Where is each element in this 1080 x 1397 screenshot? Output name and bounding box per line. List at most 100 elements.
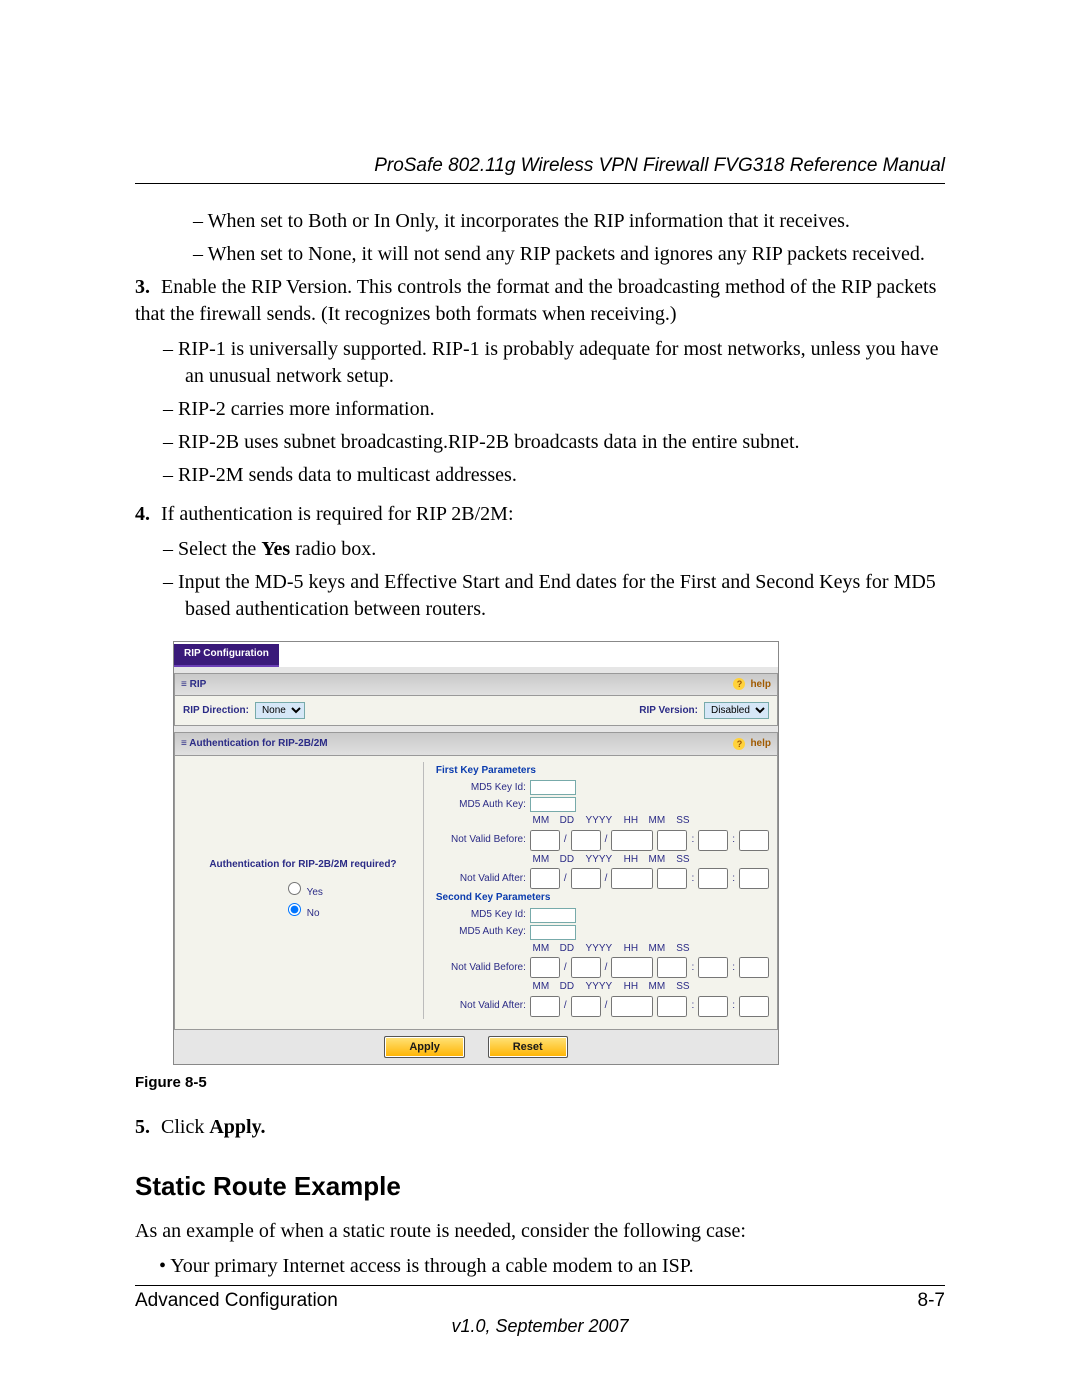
second-nva-field[interactable]: [739, 996, 769, 1017]
list-item: RIP-2B uses subnet broadcasting.RIP-2B b…: [163, 429, 945, 456]
step-3: 3.Enable the RIP Version. This controls …: [135, 274, 945, 489]
help-label: help: [750, 678, 771, 692]
help-link[interactable]: ? help: [733, 678, 771, 692]
footer-version: v1.0, September 2007: [135, 1316, 945, 1337]
auth-question: Authentication for RIP-2B/2M required?: [209, 858, 396, 872]
col-yyyy: YYYY: [582, 942, 616, 956]
apply-bold: Apply.: [209, 1116, 265, 1138]
md5-auth-key-label: MD5 Auth Key:: [436, 925, 526, 939]
first-md5-key-id[interactable]: [530, 780, 576, 795]
yes-bold: Yes: [261, 538, 290, 560]
second-md5-key-id[interactable]: [530, 908, 576, 923]
window-tab-bar: RIP Configuration: [174, 642, 778, 667]
first-nva-field[interactable]: [739, 868, 769, 889]
first-nvb-field[interactable]: [739, 830, 769, 851]
page-footer: Advanced Configuration 8-7 v1.0, Septemb…: [135, 1285, 945, 1337]
auth-radio-group: Yes No: [283, 878, 323, 922]
col-mm2: MM: [646, 814, 668, 828]
radio-no-input[interactable]: [288, 903, 301, 916]
rip-direction-select[interactable]: None: [255, 702, 305, 719]
help-link[interactable]: ?help: [733, 737, 771, 751]
col-dd: DD: [556, 980, 578, 994]
radio-no[interactable]: No: [283, 900, 323, 921]
step-number: 4.: [135, 501, 161, 528]
second-nvb-field[interactable]: [530, 957, 560, 978]
first-nvb-field[interactable]: [611, 830, 653, 851]
col-mm2: MM: [646, 980, 668, 994]
step-3-sublist: RIP-1 is universally supported. RIP-1 is…: [163, 336, 945, 489]
second-nva-field[interactable]: [657, 996, 687, 1017]
text-run: radio box.: [290, 538, 376, 560]
first-nva-field[interactable]: [657, 868, 687, 889]
second-key-heading: Second Key Parameters: [436, 891, 769, 905]
list-item: Input the MD-5 keys and Effective Start …: [163, 569, 945, 623]
first-nva-field[interactable]: [698, 868, 728, 889]
first-nva-field[interactable]: [611, 868, 653, 889]
step-4-sublist: Select the Yes radio box. Input the MD-5…: [163, 536, 945, 623]
page-header: ProSafe 802.11g Wireless VPN Firewall FV…: [135, 155, 945, 184]
col-mm2: MM: [646, 942, 668, 956]
second-nvb-field[interactable]: [657, 957, 687, 978]
radio-yes[interactable]: Yes: [283, 879, 323, 900]
col-mm: MM: [530, 814, 552, 828]
nva-label: Not Valid After:: [436, 872, 526, 886]
auth-panel-header: ≡ Authentication for RIP-2B/2M ?help: [174, 732, 778, 756]
first-nvb-field[interactable]: [530, 830, 560, 851]
step-text: Click Apply.: [161, 1116, 266, 1138]
list-item: Your primary Internet access is through …: [159, 1253, 945, 1280]
rip-direction-label: RIP Direction:: [183, 704, 249, 718]
col-hh: HH: [620, 853, 642, 867]
rip-panel-header: ≡ RIP ? help: [174, 673, 778, 697]
rip-panel-body: RIP Direction: None RIP Version: Disable…: [174, 696, 778, 726]
col-mm2: MM: [646, 853, 668, 867]
step-5: 5.Click Apply.: [135, 1114, 945, 1141]
step-number: 3.: [135, 274, 161, 301]
second-nvb-field[interactable]: [739, 957, 769, 978]
pre-dash-list: When set to Both or In Only, it incorpor…: [193, 208, 945, 268]
first-md5-auth-key[interactable]: [530, 797, 576, 812]
reset-button[interactable]: Reset: [488, 1036, 568, 1059]
col-mm: MM: [530, 980, 552, 994]
list-item: RIP-2M sends data to multicast addresses…: [163, 462, 945, 489]
col-hh: HH: [620, 980, 642, 994]
help-icon: ?: [733, 678, 745, 690]
md5-key-id-label: MD5 Key Id:: [436, 781, 526, 795]
second-nvb-field[interactable]: [698, 957, 728, 978]
md5-key-id-label: MD5 Key Id:: [436, 908, 526, 922]
first-nva-field[interactable]: [530, 868, 560, 889]
apply-button[interactable]: Apply: [384, 1036, 465, 1059]
help-icon: ?: [733, 738, 745, 750]
rip-version-select[interactable]: Disabled: [704, 702, 769, 719]
second-nva-field[interactable]: [571, 996, 601, 1017]
second-nvb-field[interactable]: [571, 957, 601, 978]
first-nvb-field[interactable]: [698, 830, 728, 851]
rip-config-tab[interactable]: RIP Configuration: [174, 644, 279, 667]
second-nva-field[interactable]: [530, 996, 560, 1017]
first-nva-field[interactable]: [571, 868, 601, 889]
step-number: 5.: [135, 1114, 161, 1141]
col-yyyy: YYYY: [582, 853, 616, 867]
first-key-heading: First Key Parameters: [436, 764, 769, 778]
col-dd: DD: [556, 942, 578, 956]
second-md5-auth-key[interactable]: [530, 925, 576, 940]
radio-yes-input[interactable]: [288, 882, 301, 895]
second-nva-field[interactable]: [698, 996, 728, 1017]
step-text: If authentication is required for RIP 2B…: [161, 503, 514, 525]
panel-title: ≡ RIP: [181, 678, 206, 692]
col-dd: DD: [556, 853, 578, 867]
col-hh: HH: [620, 814, 642, 828]
text-run: Select the: [178, 538, 261, 560]
footer-left: Advanced Configuration: [135, 1290, 338, 1312]
figure-8-5: RIP Configuration ≡ RIP ? help RIP Direct…: [173, 641, 779, 1065]
second-nvb-field[interactable]: [611, 957, 653, 978]
body: When set to Both or In Only, it incorpor…: [135, 208, 945, 1280]
first-nvb-field[interactable]: [571, 830, 601, 851]
col-ss: SS: [672, 814, 694, 828]
second-nva-field[interactable]: [611, 996, 653, 1017]
footer-page: 8-7: [918, 1290, 945, 1312]
first-nvb-field[interactable]: [657, 830, 687, 851]
auth-left: Authentication for RIP-2B/2M required? Y…: [183, 762, 424, 1019]
panel-title-text: Authentication for RIP-2B/2M: [189, 738, 327, 749]
col-ss: SS: [672, 980, 694, 994]
figure-caption: Figure 8-5: [135, 1073, 945, 1093]
